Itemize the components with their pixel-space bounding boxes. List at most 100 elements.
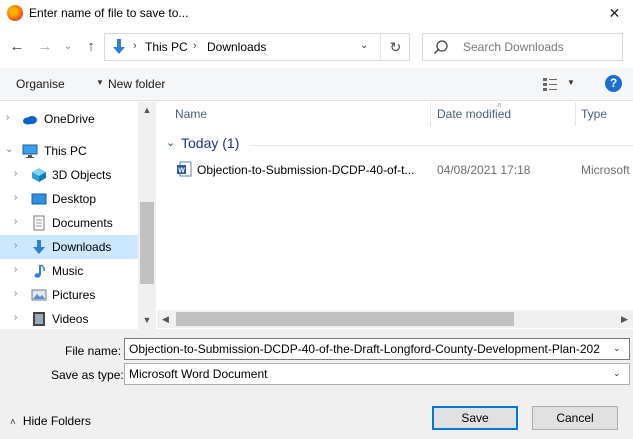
file-list: Name ˄ Date modified Type ⌄ Today (1) W …	[157, 102, 633, 310]
view-options-icon[interactable]	[542, 76, 558, 92]
hide-folders-label: Hide Folders	[22, 414, 91, 428]
svg-text:W: W	[178, 168, 185, 175]
command-bar: Organise ▼ New folder ▼ ?	[0, 68, 633, 101]
chevron-right-icon[interactable]: ›	[14, 240, 17, 251]
sidebar-item-label: 3D Objects	[52, 168, 112, 182]
sidebar-item-label: Music	[52, 264, 84, 278]
scroll-right-button[interactable]: ▶	[616, 310, 633, 328]
chevron-right-icon[interactable]: ›	[6, 112, 9, 123]
chevron-right-icon[interactable]: ›	[14, 216, 17, 227]
address-dropdown-icon[interactable]: ⌄	[360, 40, 368, 51]
cancel-button[interactable]: Cancel	[532, 406, 618, 430]
sidebar-item-label: This PC	[44, 144, 87, 158]
sidebar-item-label: OneDrive	[44, 112, 95, 126]
navigation-pane: › OneDrive ⌄ This PC › 3D Objects › Desk…	[0, 102, 156, 329]
scroll-up-button[interactable]: ▲	[138, 102, 156, 118]
sidebar-item-3d-objects[interactable]: › 3D Objects	[0, 163, 138, 187]
sidebar-item-onedrive[interactable]: › OneDrive	[0, 107, 138, 131]
music-icon	[34, 264, 45, 278]
file-row[interactable]: W Objection-to-Submission-DCDP-40-of-t..…	[167, 158, 633, 180]
file-type: Microsoft	[581, 163, 630, 177]
sidebar-item-music[interactable]: › Music	[0, 259, 138, 283]
column-divider[interactable]	[430, 102, 431, 126]
organise-button[interactable]: Organise	[16, 77, 65, 91]
back-button[interactable]: ←	[6, 36, 28, 58]
sidebar-item-label: Desktop	[52, 192, 97, 206]
documents-icon	[33, 215, 45, 231]
view-caret-icon[interactable]: ▼	[567, 78, 575, 87]
horizontal-scrollbar[interactable]: ◀ ▶	[157, 310, 633, 328]
downloads-icon	[33, 240, 45, 254]
breadcrumb-downloads[interactable]: Downloads	[207, 40, 266, 54]
window-title: Enter name of file to save to...	[29, 6, 189, 20]
onedrive-icon	[23, 116, 37, 125]
up-button[interactable]: ↑	[80, 36, 102, 58]
column-divider[interactable]	[575, 102, 576, 126]
file-name: Objection-to-Submission-DCDP-40-of-t...	[197, 163, 415, 177]
group-collapse-icon[interactable]: ⌄	[166, 136, 175, 149]
chevron-right-icon[interactable]: ›	[14, 192, 17, 203]
navigation-pane-scrollbar[interactable]: ▲ ▼	[138, 102, 156, 329]
file-name-value: Objection-to-Submission-DCDP-40-of-the-D…	[129, 342, 600, 356]
chevron-down-icon[interactable]: ⌄	[613, 368, 621, 379]
new-folder-button[interactable]: New folder	[108, 77, 165, 91]
chevron-right-icon[interactable]: ›	[14, 312, 17, 323]
sidebar-item-videos[interactable]: › Videos	[0, 307, 138, 329]
forward-button[interactable]: →	[34, 36, 56, 58]
column-header-name[interactable]: Name	[175, 107, 207, 121]
firefox-icon	[7, 5, 23, 21]
save-form: File name: Objection-to-Submission-DCDP-…	[0, 329, 633, 439]
close-button[interactable]: ✕	[596, 0, 633, 26]
chevron-right-icon[interactable]: ›	[14, 264, 17, 275]
chevron-up-icon: ˄	[10, 417, 16, 428]
sidebar-item-label: Videos	[52, 312, 89, 326]
pictures-icon	[31, 289, 47, 301]
scrollbar-thumb[interactable]	[140, 202, 154, 284]
search-box[interactable]: Search Downloads	[422, 33, 623, 61]
sidebar-item-desktop[interactable]: › Desktop	[0, 187, 138, 211]
organise-caret-icon[interactable]: ▼	[96, 78, 104, 87]
sidebar-item-label: Documents	[52, 216, 113, 230]
chevron-right-icon[interactable]: ›	[14, 288, 17, 299]
desktop-icon	[31, 193, 47, 205]
sidebar-item-pictures[interactable]: › Pictures	[0, 283, 138, 307]
refresh-button[interactable]: ↻	[380, 34, 410, 60]
file-name-label: File name:	[65, 344, 122, 358]
this-pc-icon	[22, 144, 38, 158]
scroll-down-button[interactable]: ▼	[138, 312, 156, 328]
sidebar-item-documents[interactable]: › Documents	[0, 211, 138, 235]
column-header-type[interactable]: Type	[581, 107, 607, 121]
breadcrumb-separator: ›	[193, 40, 197, 52]
search-input[interactable]: Search Downloads	[463, 40, 564, 54]
scroll-left-button[interactable]: ◀	[157, 310, 174, 328]
sidebar-item-label: Downloads	[52, 240, 112, 254]
column-header-date-modified[interactable]: Date modified	[437, 107, 511, 121]
sidebar-item-downloads[interactable]: › Downloads	[0, 235, 138, 259]
chevron-right-icon[interactable]: ›	[14, 168, 17, 179]
scrollbar-thumb[interactable]	[176, 312, 514, 326]
hide-folders-button[interactable]: ˄ Hide Folders	[10, 414, 91, 428]
help-button[interactable]: ?	[605, 75, 622, 92]
chevron-down-icon[interactable]: ⌄	[613, 343, 621, 354]
file-date-modified: 04/08/2021 17:18	[437, 163, 531, 177]
breadcrumb-separator: ›	[133, 40, 137, 52]
group-header[interactable]: Today (1)	[181, 135, 239, 151]
group-divider	[249, 145, 633, 146]
breadcrumb-this-pc[interactable]: This PC	[145, 40, 188, 54]
sidebar-item-label: Pictures	[52, 288, 96, 302]
save-button[interactable]: Save	[432, 406, 518, 430]
sidebar-item-this-pc[interactable]: ⌄ This PC	[0, 139, 138, 163]
save-as-type-label: Save as type:	[51, 368, 124, 382]
save-as-type-select[interactable]: Microsoft Word Document ⌄	[124, 363, 630, 385]
videos-icon	[33, 312, 45, 326]
word-document-icon: W	[177, 161, 192, 177]
recent-locations-button[interactable]: ⌄	[60, 36, 76, 58]
3d-objects-icon	[32, 168, 46, 182]
search-icon	[433, 40, 448, 55]
title-bar: Enter name of file to save to... ✕	[0, 0, 633, 28]
downloads-arrow-icon	[113, 39, 125, 54]
save-as-type-value: Microsoft Word Document	[129, 367, 268, 381]
chevron-down-icon[interactable]: ⌄	[5, 144, 13, 155]
address-bar[interactable]: › This PC › Downloads ⌄ ↻	[104, 33, 410, 61]
file-name-input[interactable]: Objection-to-Submission-DCDP-40-of-the-D…	[124, 338, 630, 360]
